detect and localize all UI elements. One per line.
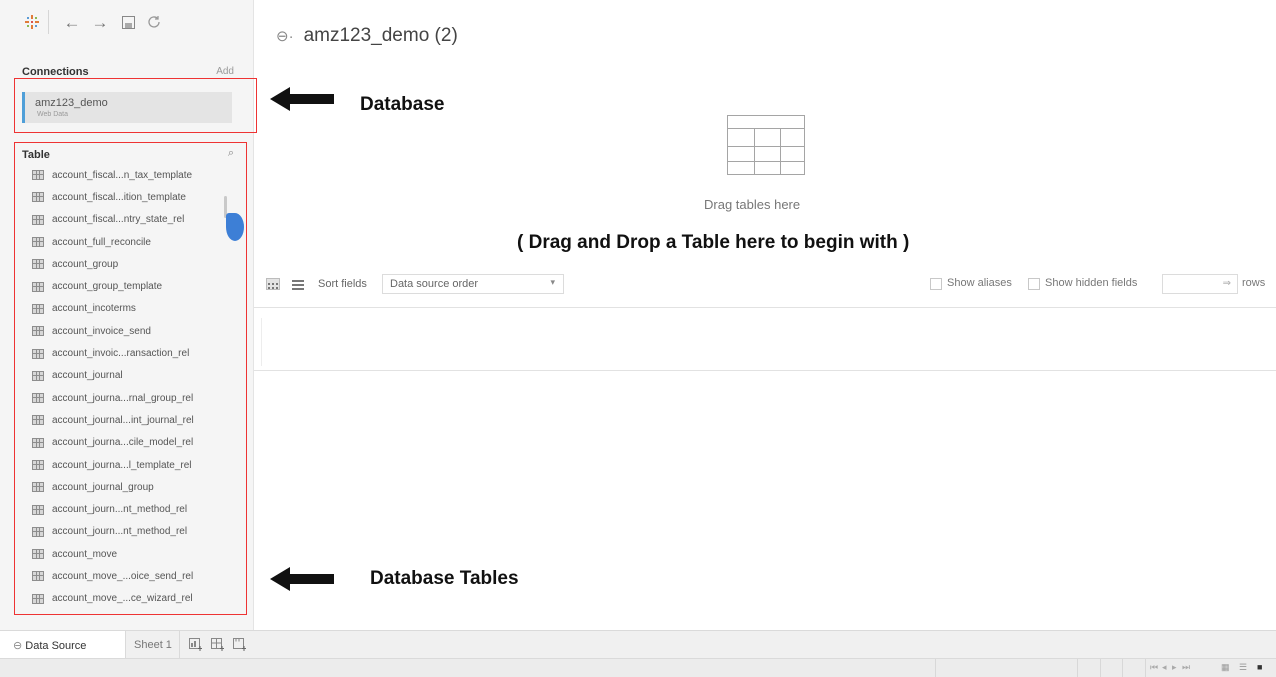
save-icon[interactable] — [118, 12, 138, 32]
grid-view-icon[interactable]: ▦ — [1221, 662, 1230, 673]
grid-view-icon[interactable] — [266, 278, 280, 290]
drag-drop-annotation: ( Drag and Drop a Table here to begin wi… — [517, 232, 910, 253]
status-divider — [1122, 659, 1123, 677]
new-dashboard-icon[interactable] — [210, 637, 226, 653]
table-drop-icon — [727, 115, 805, 175]
sheet-tab-bar: ⊖ Data Source Sheet 1 — [0, 630, 1276, 659]
prev-page-icon[interactable]: ◂ — [1162, 662, 1167, 673]
tab-data-source[interactable]: ⊖ Data Source — [0, 631, 126, 659]
new-story-icon[interactable] — [232, 637, 248, 653]
database-highlight-box — [14, 78, 257, 133]
drop-hint: Drag tables here — [704, 197, 801, 212]
logo-icon[interactable] — [22, 12, 42, 32]
status-divider — [935, 659, 936, 677]
arrow-right-icon: ⇒ — [1222, 278, 1231, 289]
database-annotation: Database — [360, 94, 445, 115]
tableau-data-source-window: ← → Connections Add amz123_demo Web Data… — [0, 0, 1276, 677]
show-aliases-checkbox[interactable] — [930, 278, 942, 290]
rows-input[interactable]: ⇒ — [1162, 274, 1238, 294]
refresh-icon[interactable] — [144, 12, 164, 32]
next-page-icon[interactable]: ▸ — [1172, 662, 1177, 673]
database-icon: ⊖· — [276, 28, 294, 45]
database-icon: ⊖ — [13, 640, 26, 652]
status-divider — [1077, 659, 1078, 677]
status-divider — [1145, 659, 1146, 677]
forward-icon[interactable]: → — [90, 12, 110, 32]
database-tables-annotation: Database Tables — [370, 568, 519, 589]
toolbar-separator — [48, 10, 49, 34]
tables-highlight-box — [14, 142, 247, 615]
rows-label: rows — [1242, 277, 1266, 289]
top-toolbar: ← → — [0, 0, 254, 48]
show-hidden-fields-checkbox[interactable] — [1028, 278, 1040, 290]
datasource-name: amz123_demo (2) — [303, 25, 458, 46]
new-worksheet-icon[interactable] — [188, 637, 204, 653]
connections-title: Connections — [22, 66, 89, 78]
list-view-icon[interactable] — [292, 278, 306, 290]
datasource-title[interactable]: ⊖· amz123_demo (2) — [276, 25, 458, 47]
arrow-left-icon — [270, 87, 334, 111]
data-grid[interactable] — [254, 307, 1276, 371]
tab-data-source-label: Data Source — [25, 640, 87, 652]
status-divider — [1100, 659, 1101, 677]
add-connection-link[interactable]: Add — [216, 66, 234, 77]
show-aliases-label: Show aliases — [947, 277, 1012, 289]
filmstrip-icon[interactable]: ■ — [1257, 662, 1262, 672]
chevron-down-icon: ▾ — [550, 277, 555, 287]
first-page-icon[interactable]: ⏮ — [1150, 662, 1158, 673]
grid-divider — [261, 318, 262, 366]
last-page-icon[interactable]: ⏭ — [1182, 662, 1190, 673]
sort-fields-value: Data source order — [390, 278, 479, 290]
fields-toolbar: Sort fields Data source order ▾ Show ali… — [254, 270, 1276, 300]
sort-fields-select[interactable]: Data source order ▾ — [382, 274, 564, 294]
list-view-icon[interactable]: ☰ — [1239, 662, 1247, 673]
show-hidden-fields-label: Show hidden fields — [1045, 277, 1138, 289]
tab-sheet-1[interactable]: Sheet 1 — [126, 631, 180, 659]
tab-sheet-label: Sheet 1 — [134, 639, 172, 651]
arrow-left-icon — [270, 567, 334, 591]
back-icon[interactable]: ← — [62, 12, 82, 32]
status-bar: ⏮ ◂ ▸ ⏭ ▦ ☰ ■ — [0, 658, 1276, 677]
sort-fields-label: Sort fields — [318, 278, 367, 290]
